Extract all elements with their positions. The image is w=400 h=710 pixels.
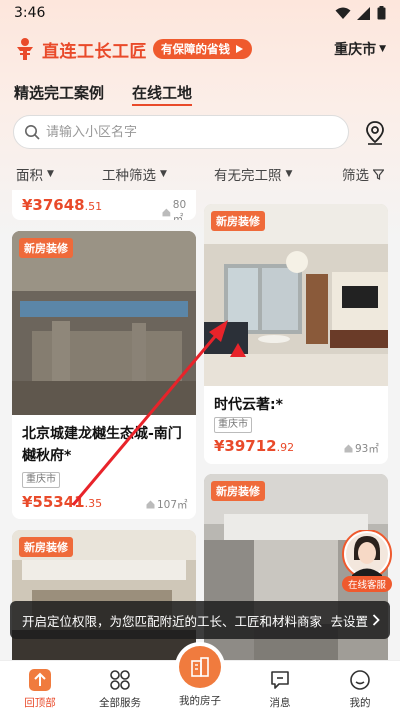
caret-down-icon: ▼ <box>160 169 167 179</box>
city-tag: 重庆市 <box>22 472 60 488</box>
card-title: 时代云著:* <box>214 397 283 413</box>
status-time: 3:46 <box>14 5 46 21</box>
house-icon <box>146 500 155 509</box>
filter-area-label: 面积 <box>16 168 43 184</box>
grid-icon <box>110 670 130 690</box>
slogan-label: 有保障的省钱 <box>161 42 230 56</box>
filter-area[interactable]: 面积 ▼ <box>16 164 54 184</box>
site-card[interactable]: 新房装修 时代云著:* 重庆市 ¥39712.92 93㎡ <box>204 204 388 464</box>
site-photo <box>204 204 388 386</box>
caret-down-icon: ▼ <box>47 169 54 179</box>
nav-all-services-label: 全部服务 <box>99 697 141 709</box>
building-icon <box>191 657 209 677</box>
site-photo <box>12 231 196 415</box>
nav-messages[interactable]: 消息 <box>244 667 316 710</box>
nav-all-services[interactable]: 全部服务 <box>84 667 156 710</box>
card-price: ¥39712.92 <box>214 437 295 455</box>
card-area: 107㎡ <box>146 497 188 512</box>
search-input[interactable] <box>46 124 326 140</box>
card-area: 93㎡ <box>344 441 379 456</box>
online-service-button[interactable]: 在线客服 <box>340 529 394 592</box>
card-title: 北京城建龙樾生态城-南门 樾秋府* <box>22 426 182 464</box>
filter-photos-label: 有无完工照 <box>214 168 282 184</box>
filter-photos[interactable]: 有无完工照 ▼ <box>214 164 292 184</box>
toast-text: 开启定位权限，为您匹配附近的工长、工匠和材料商家 <box>22 613 323 629</box>
online-service-label: 在线客服 <box>342 576 392 592</box>
location-pin-icon[interactable] <box>362 120 388 146</box>
message-icon <box>271 671 289 689</box>
nav-mine[interactable]: 我的 <box>324 667 396 710</box>
nav-mine-label: 我的 <box>349 697 371 709</box>
nav-back-to-top-label: 回顶部 <box>24 697 56 709</box>
caret-down-icon: ▼ <box>285 169 293 179</box>
renovation-badge: 新房装修 <box>19 537 73 557</box>
site-card[interactable]: 新房装修 北京城建龙樾生态城-南门 樾秋府* 重庆市 ¥55341.35 107… <box>12 231 196 519</box>
tab-featured-cases[interactable]: 精选完工案例 <box>14 82 104 106</box>
smile-icon <box>350 670 370 690</box>
battery-icon <box>377 6 386 20</box>
search-icon <box>25 125 40 140</box>
city-label: 重庆市 <box>334 42 377 58</box>
renovation-badge: 新房装修 <box>211 211 265 231</box>
card-price: ¥55341.35 <box>22 493 103 511</box>
brand-logo-icon <box>17 38 33 60</box>
house-icon <box>344 444 353 453</box>
funnel-icon <box>373 168 384 180</box>
location-permission-toast: 开启定位权限，为您匹配附近的工长、工匠和材料商家 去设置 <box>10 601 390 639</box>
filter-trade-label: 工种筛选 <box>102 168 156 184</box>
status-icons <box>335 6 386 20</box>
caret-down-icon: ▼ <box>379 44 386 54</box>
nav-my-house-label: 我的房子 <box>179 695 221 707</box>
card-price: ¥37648.51 <box>22 196 103 214</box>
city-tag: 重庆市 <box>214 417 252 433</box>
toast-action-label: 去设置 <box>330 613 368 629</box>
site-card[interactable]: ¥37648.51 80㎡ <box>12 190 196 220</box>
house-icon <box>162 208 171 217</box>
site-card[interactable]: 新房装修 <box>12 530 196 670</box>
brand-name: 直连工长工匠 <box>42 41 147 62</box>
brand-row: 直连工长工匠 有保障的省钱 重庆市 ▼ <box>14 36 386 62</box>
status-bar: 3:46 <box>0 0 400 26</box>
my-house-center-button[interactable] <box>179 646 221 688</box>
agent-avatar <box>342 529 392 579</box>
slogan-button[interactable]: 有保障的省钱 <box>153 39 252 59</box>
city-selector[interactable]: 重庆市 ▼ <box>334 39 386 59</box>
chevron-right-icon <box>372 614 380 626</box>
filter-bar: 面积 ▼ 工种筛选 ▼ 有无完工照 ▼ 筛选 <box>14 164 386 184</box>
card-area: 80㎡ <box>162 199 196 220</box>
nav-back-to-top[interactable]: 回顶部 <box>4 667 76 710</box>
filter-trade[interactable]: 工种筛选 ▼ <box>102 164 167 184</box>
wifi-icon <box>335 7 351 19</box>
filter-more-label: 筛选 <box>342 168 369 184</box>
nav-messages-label: 消息 <box>269 697 291 709</box>
play-arrow-icon <box>236 45 243 53</box>
nav-my-house[interactable]: 我的房子 <box>164 691 236 708</box>
tab-online-sites[interactable]: 在线工地 <box>132 82 193 106</box>
signal-icon <box>357 6 370 20</box>
content-tabs: 精选完工案例 在线工地 <box>14 82 193 106</box>
renovation-badge: 新房装修 <box>19 238 73 258</box>
toast-settings-button[interactable]: 去设置 <box>330 611 380 630</box>
arrow-up-icon <box>29 669 51 691</box>
search-bar <box>13 115 349 149</box>
filter-more[interactable]: 筛选 <box>342 164 384 184</box>
renovation-badge: 新房装修 <box>211 481 265 501</box>
